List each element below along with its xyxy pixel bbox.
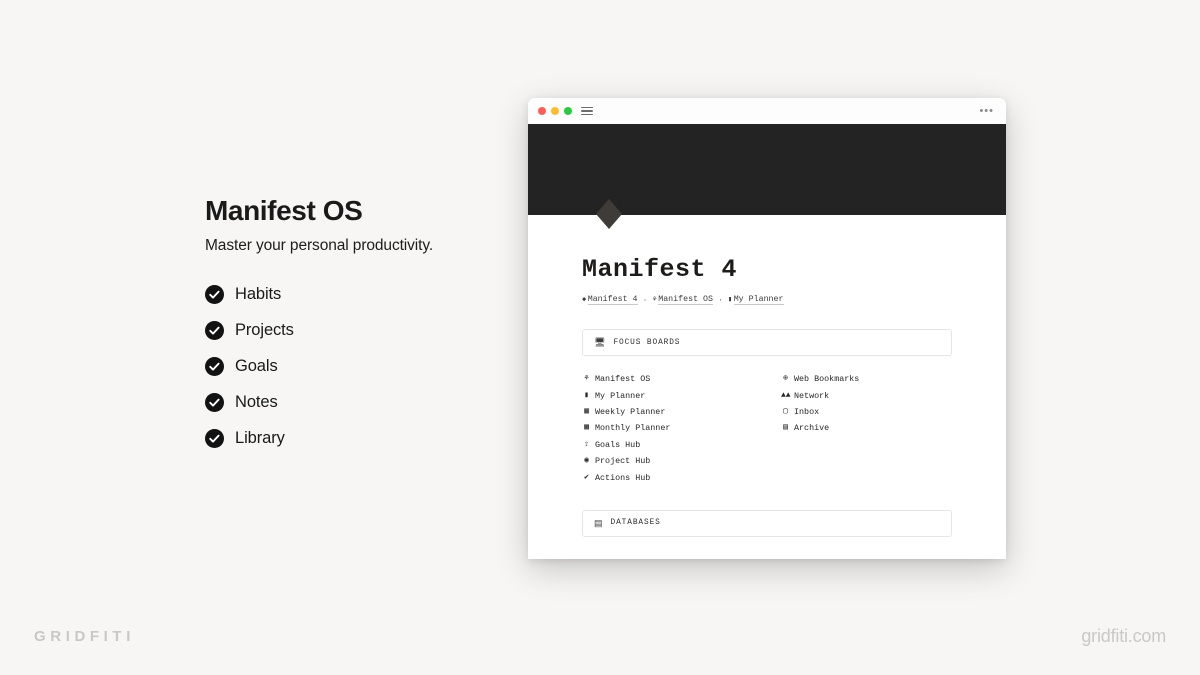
check-circle-icon [205, 285, 224, 305]
list-item[interactable]: ▦ Weekly Planner [582, 404, 767, 420]
app-window: ••• Manifest 4 ◆ Manifest 4 · ⚘ Manifest… [528, 98, 1006, 559]
site-watermark: gridfiti.com [1081, 626, 1166, 646]
breadcrumb-label: My Planner [733, 295, 784, 305]
link-label: My Planner [595, 390, 646, 401]
list-item[interactable]: ⇪ Goals Hub [582, 437, 767, 453]
focus-boards-right-column: ⊕ Web Bookmarks ▲▲ Network ▢ Inbox ▤ Arc… [767, 371, 952, 486]
clipboard-icon: ▮ [584, 390, 589, 400]
section-label: FOCUS BOARDS [613, 338, 681, 347]
diamond-icon: ◆ [582, 295, 587, 304]
more-options-button[interactable]: ••• [979, 106, 996, 117]
databases-work-column: WORK ⛰ Goals [767, 553, 952, 559]
promo-feature-label: Projects [235, 321, 294, 340]
check-circle-icon [205, 393, 224, 413]
plant-icon: ⚘ [584, 374, 589, 384]
list-item[interactable]: ✔ Actions Hub [582, 469, 767, 485]
globe-icon: ⊕ [783, 374, 788, 384]
section-header-databases[interactable]: ▤ DATABASES [582, 509, 952, 537]
promo-feature-list: Habits Projects Goals Notes Library [205, 277, 505, 457]
globe-icon: ◉ [584, 456, 589, 466]
maximize-window-button[interactable] [564, 107, 572, 115]
focus-boards-columns: ⚘ Manifest OS ▮ My Planner ▦ Weekly Plan… [582, 371, 952, 486]
list-item: Library [205, 421, 505, 457]
promo-feature-label: Habits [235, 285, 282, 304]
list-item: Habits [205, 277, 505, 313]
link-label: Goals Hub [595, 439, 641, 450]
link-label: Actions Hub [595, 472, 651, 483]
breadcrumb-item[interactable]: ▮ My Planner [728, 295, 784, 305]
breadcrumb-item[interactable]: ◆ Manifest 4 [582, 295, 638, 305]
breadcrumb-separator: · [642, 295, 648, 305]
brand-watermark: GRIDFITI [34, 628, 135, 645]
promo-feature-label: Library [235, 429, 285, 448]
breadcrumb-label: Manifest OS [658, 295, 713, 305]
list-item[interactable]: ⚘ Manifest OS [582, 371, 767, 387]
hamburger-icon[interactable] [581, 106, 593, 116]
list-item[interactable]: ▢ Inbox [781, 404, 952, 420]
databases-planners-column: PLANNERS ☀ Days [582, 553, 767, 559]
promo-title: Manifest OS [205, 195, 363, 226]
inbox-icon: ▢ [783, 406, 788, 416]
section-header-focus-boards[interactable]: 🖥 FOCUS BOARDS [582, 329, 952, 356]
check-circle-icon [205, 429, 224, 449]
calendar-week-icon: ▦ [584, 406, 589, 416]
section-label: DATABASES [610, 519, 661, 528]
breadcrumb-item[interactable]: ⚘ Manifest OS [652, 295, 713, 305]
link-label: Project Hub [595, 456, 651, 467]
window-titlebar: ••• [528, 98, 1006, 124]
list-item: Goals [205, 349, 505, 385]
promo-subtitle: Master your personal productivity. [205, 236, 434, 254]
focus-boards-left-column: ⚘ Manifest OS ▮ My Planner ▦ Weekly Plan… [582, 371, 767, 486]
close-window-button[interactable] [538, 107, 546, 115]
link-label: Archive [794, 423, 830, 434]
clipboard-icon: ▮ [727, 295, 733, 304]
list-item[interactable]: ▮ My Planner [582, 387, 767, 403]
check-circle-icon [205, 321, 224, 341]
link-label: Network [794, 390, 830, 401]
list-item: Projects [205, 313, 505, 349]
people-icon: ▲▲ [781, 390, 791, 400]
breadcrumb-label: Manifest 4 [587, 295, 638, 305]
minimize-window-button[interactable] [551, 107, 559, 115]
list-item[interactable]: ▩ Monthly Planner [582, 420, 767, 436]
link-label: Inbox [794, 406, 820, 417]
link-label: Monthly Planner [595, 423, 671, 434]
archive-icon: ▤ [783, 423, 788, 433]
promo-panel: Manifest OS Master your personal product… [205, 195, 505, 457]
link-label: Web Bookmarks [794, 374, 860, 385]
list-item[interactable]: ▲▲ Network [781, 387, 952, 403]
link-label: Manifest OS [595, 374, 651, 385]
database-list-icon: ▤ [594, 517, 603, 528]
list-item[interactable]: ◉ Project Hub [582, 453, 767, 469]
plant-icon: ⚘ [652, 295, 657, 304]
traffic-lights [538, 107, 572, 115]
list-item[interactable]: ▤ Archive [781, 420, 952, 436]
target-icon: ⇪ [584, 439, 589, 449]
breadcrumb-separator: · [718, 295, 723, 305]
breadcrumb: ◆ Manifest 4 · ⚘ Manifest OS · ▮ My Plan… [582, 295, 952, 305]
monitor-icon: 🖥 [594, 337, 606, 347]
link-label: Weekly Planner [595, 406, 666, 417]
check-circle-icon [205, 357, 224, 377]
promo-feature-label: Goals [235, 357, 278, 376]
page-title[interactable]: Manifest 4 [582, 255, 952, 284]
calendar-month-icon: ▩ [584, 423, 589, 433]
promo-feature-label: Notes [235, 393, 278, 412]
databases-columns: PLANNERS ☀ Days WORK ⛰ Goals [582, 553, 952, 559]
check-circle-icon: ✔ [584, 472, 589, 482]
list-item: Notes [205, 385, 505, 421]
page-cover-image[interactable] [528, 124, 1006, 229]
list-item[interactable]: ⊕ Web Bookmarks [781, 371, 952, 387]
document-body: Manifest 4 ◆ Manifest 4 · ⚘ Manifest OS … [528, 215, 1006, 559]
